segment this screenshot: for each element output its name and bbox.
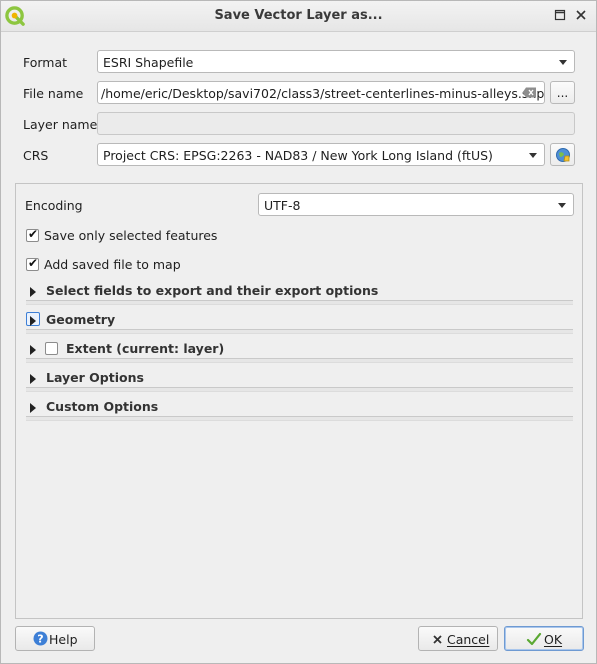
- format-value: ESRI Shapefile: [103, 55, 194, 70]
- options-scroll-area[interactable]: Encoding UTF-8 ✔ Save only selected feat…: [15, 183, 583, 619]
- title-bar[interactable]: Save Vector Layer as...: [1, 1, 596, 32]
- ok-button[interactable]: OK: [504, 626, 584, 651]
- section-extent[interactable]: Extent (current: layer): [26, 338, 573, 363]
- expand-arrow-icon[interactable]: [30, 374, 36, 384]
- checkmark-icon: ✔: [28, 256, 39, 270]
- extent-checkbox[interactable]: [45, 342, 58, 355]
- crs-label: CRS: [23, 148, 49, 163]
- layer-name-input[interactable]: [97, 112, 575, 135]
- section-divider: [26, 358, 573, 363]
- layer-name-label: Layer name: [23, 117, 98, 132]
- encoding-label: Encoding: [25, 198, 83, 213]
- checkmark-icon: ✔: [28, 227, 39, 241]
- add-to-map-checkbox[interactable]: ✔: [26, 256, 39, 271]
- section-divider: [26, 416, 573, 421]
- section-divider: [26, 329, 573, 334]
- file-name-label: File name: [23, 86, 84, 101]
- close-icon[interactable]: [573, 7, 589, 23]
- encoding-combobox[interactable]: UTF-8: [258, 193, 574, 216]
- help-button[interactable]: ? Help: [15, 626, 95, 651]
- select-crs-button[interactable]: [550, 143, 575, 166]
- file-name-value: /home/eric/Desktop/savi702/class3/street…: [101, 86, 545, 101]
- section-geometry[interactable]: Geometry: [26, 309, 573, 334]
- section-title: Layer Options: [46, 370, 144, 385]
- save-vector-layer-dialog: Save Vector Layer as... Format ESRI Shap…: [0, 0, 597, 664]
- cancel-button[interactable]: Cancel: [418, 626, 498, 651]
- restore-icon[interactable]: [552, 7, 568, 23]
- section-custom-options[interactable]: Custom Options: [26, 396, 573, 421]
- expand-arrow-icon[interactable]: [30, 316, 36, 326]
- encoding-value: UTF-8: [264, 198, 301, 213]
- section-layer-options[interactable]: Layer Options: [26, 367, 573, 392]
- save-selected-label: Save only selected features: [44, 228, 218, 243]
- expand-arrow-icon[interactable]: [30, 287, 36, 297]
- window-title: Save Vector Layer as...: [214, 8, 383, 23]
- browse-button-label: ...: [556, 86, 569, 100]
- section-divider: [26, 300, 573, 305]
- chevron-down-icon: [559, 60, 567, 65]
- globe-projection-icon: [555, 148, 570, 162]
- cancel-button-label: Cancel: [447, 632, 490, 647]
- section-title: Extent (current: layer): [66, 341, 225, 356]
- svg-text:?: ?: [37, 633, 43, 646]
- expand-arrow-icon[interactable]: [30, 403, 36, 413]
- help-button-label: Help: [49, 632, 78, 647]
- section-divider: [26, 387, 573, 392]
- clear-text-icon[interactable]: [522, 87, 537, 98]
- expand-arrow-icon[interactable]: [30, 345, 36, 355]
- add-to-map-label: Add saved file to map: [44, 257, 181, 272]
- browse-button[interactable]: ...: [550, 81, 575, 104]
- section-title: Custom Options: [46, 399, 159, 414]
- crs-value: Project CRS: EPSG:2263 - NAD83 / New Yor…: [103, 148, 493, 163]
- ok-button-label: OK: [544, 632, 563, 647]
- section-title: Geometry: [46, 312, 116, 327]
- help-icon: ?: [33, 631, 48, 646]
- file-name-input[interactable]: /home/eric/Desktop/savi702/class3/street…: [97, 81, 545, 104]
- section-select-fields[interactable]: Select fields to export and their export…: [26, 280, 573, 305]
- chevron-down-icon: [558, 203, 566, 208]
- section-title: Select fields to export and their export…: [46, 283, 379, 298]
- save-selected-checkbox[interactable]: ✔: [26, 227, 39, 242]
- checkmark-icon: [526, 632, 542, 646]
- cancel-x-icon: [433, 635, 442, 644]
- chevron-down-icon: [529, 153, 537, 158]
- crs-combobox[interactable]: Project CRS: EPSG:2263 - NAD83 / New Yor…: [97, 143, 545, 166]
- format-label: Format: [23, 55, 68, 70]
- format-combobox[interactable]: ESRI Shapefile: [97, 50, 575, 73]
